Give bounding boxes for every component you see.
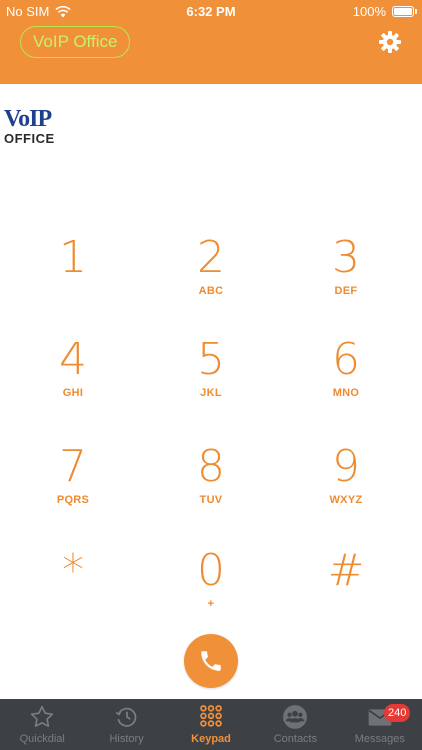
tab-keypad[interactable]: Keypad — [169, 699, 253, 750]
keypad-grid-icon — [200, 705, 222, 727]
key-digit: 5 — [197, 334, 225, 385]
tab-quickdial[interactable]: Quickdial — [0, 699, 84, 750]
gear-icon[interactable] — [378, 30, 402, 54]
key-digit: # — [327, 545, 365, 596]
key-letters: + — [207, 598, 215, 610]
key-0[interactable]: 0 + — [161, 547, 261, 631]
key-4[interactable]: 4 GHI — [23, 336, 123, 420]
key-digit: 8 — [197, 441, 225, 492]
call-button[interactable] — [184, 634, 238, 688]
tab-label: Messages — [354, 733, 405, 745]
key-digit: 6 — [332, 334, 360, 385]
tab-label: Quickdial — [19, 733, 65, 745]
tab-label: History — [109, 733, 144, 745]
key-digit: 3 — [332, 232, 360, 283]
messages-badge: 240 — [384, 704, 411, 722]
battery-icon — [392, 6, 417, 17]
logo-text-voip: VoIP — [4, 106, 52, 132]
key-letters: JKL — [200, 387, 222, 399]
phone-icon — [201, 651, 221, 671]
key-star[interactable]: * — [23, 547, 123, 631]
key-letters: ABC — [198, 285, 224, 297]
tab-bar: Quickdial History Keypad Contacts Messag… — [0, 699, 422, 750]
logo-text-office: OFFICE — [4, 131, 55, 146]
star-icon — [31, 705, 54, 728]
key-digit: * — [62, 545, 84, 596]
key-digit: 1 — [59, 232, 87, 283]
key-letters: DEF — [334, 285, 358, 297]
clock-history-icon — [115, 707, 136, 727]
key-2[interactable]: 2 ABC — [161, 234, 261, 318]
key-letters: TUV — [199, 494, 223, 506]
key-digit: 7 — [59, 441, 87, 492]
tab-label: Contacts — [273, 733, 318, 745]
key-8[interactable]: 8 TUV — [161, 443, 261, 527]
key-letters: GHI — [62, 387, 84, 399]
status-right: 100% — [352, 4, 417, 19]
key-digit: 4 — [59, 334, 87, 385]
tab-label: Keypad — [191, 733, 231, 745]
voip-office-logo: VoIP OFFICE — [4, 106, 54, 148]
key-9[interactable]: 9 WXYZ — [296, 443, 396, 527]
key-letters: MNO — [332, 387, 360, 399]
key-5[interactable]: 5 JKL — [161, 336, 261, 420]
key-digit: 9 — [332, 441, 360, 492]
key-1[interactable]: 1 — [23, 234, 123, 318]
key-6[interactable]: 6 MNO — [296, 336, 396, 420]
status-bar: No SIM 6:32 PM 100% — [0, 0, 422, 22]
key-digit: 2 — [197, 232, 225, 283]
tab-history[interactable]: History — [84, 699, 168, 750]
brand-button[interactable]: VoIP Office — [20, 26, 131, 58]
key-letters: WXYZ — [329, 494, 363, 506]
contacts-icon — [283, 705, 308, 729]
key-digit: 0 — [197, 545, 225, 596]
tab-messages[interactable]: Messages — [338, 699, 422, 750]
key-7[interactable]: 7 PQRS — [23, 443, 123, 527]
app-header: No SIM 6:32 PM 100% VoIP Office — [0, 0, 422, 84]
battery-percent: 100% — [352, 4, 386, 19]
key-letters: PQRS — [56, 494, 90, 506]
key-hash[interactable]: # — [296, 547, 396, 631]
tab-contacts[interactable]: Contacts — [253, 699, 337, 750]
key-3[interactable]: 3 DEF — [296, 234, 396, 318]
